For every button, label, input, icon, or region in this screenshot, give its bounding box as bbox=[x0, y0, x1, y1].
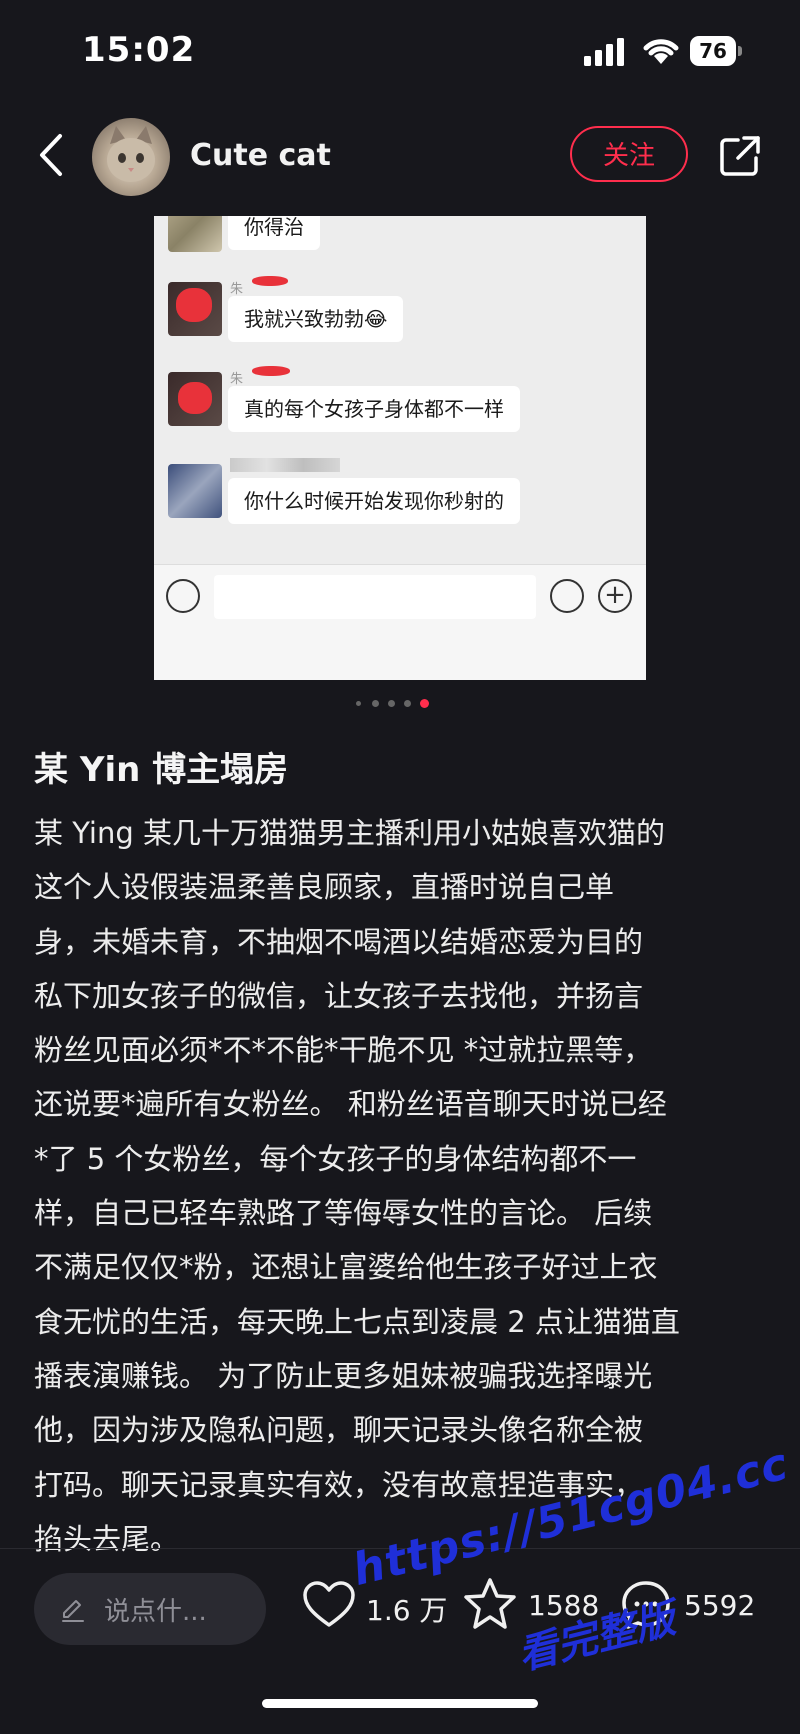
post-body: 某 Ying 某几十万猫猫男主播利用小姑娘喜欢猫的 这个人设假装温柔善良顾家，直… bbox=[34, 806, 774, 1566]
favorite-count: 1588 bbox=[528, 1589, 600, 1622]
mosaic-avatar bbox=[168, 216, 222, 252]
comment-bubble-icon[interactable] bbox=[620, 1579, 672, 1631]
battery-level: 76 bbox=[690, 36, 736, 66]
carousel-dot-active[interactable] bbox=[420, 699, 429, 708]
follow-button[interactable]: 关注 bbox=[570, 126, 688, 182]
comment-input[interactable]: 说点什... bbox=[34, 1573, 266, 1645]
post-body-line: *了 5 个女粉丝，每个女孩子的身体结构都不一 bbox=[34, 1141, 637, 1176]
chat-screenshot-image[interactable]: 你得治 朱 我就兴致勃勃😂 朱 真的每个女孩子身体都不一样 你什么时候开始发现你… bbox=[154, 216, 646, 680]
redaction-mark bbox=[252, 276, 288, 286]
share-icon[interactable] bbox=[718, 134, 762, 178]
post-body-line: 身，未婚未育，不抽烟不喝酒以结婚恋爱为目的 bbox=[34, 924, 644, 959]
redaction-mark bbox=[252, 366, 290, 376]
status-bar: 15:02 76 bbox=[0, 0, 800, 100]
post-body-line: 私下加女孩子的微信，让女孩子去找他，并扬言 bbox=[34, 978, 644, 1013]
star-icon[interactable] bbox=[462, 1577, 518, 1631]
comment-count: 5592 bbox=[684, 1589, 756, 1622]
pencil-icon bbox=[62, 1600, 84, 1622]
voice-icon bbox=[166, 579, 200, 613]
back-arrow-icon[interactable] bbox=[34, 132, 70, 178]
sender-name: 朱 bbox=[230, 372, 244, 387]
heart-icon[interactable] bbox=[302, 1581, 356, 1629]
cat-avatar-icon bbox=[107, 126, 155, 182]
battery-tip bbox=[738, 46, 742, 56]
post-body-line: 某 Ying 某几十万猫猫男主播利用小姑娘喜欢猫的 bbox=[34, 816, 665, 850]
message-bubble: 我就兴致勃勃😂 bbox=[228, 296, 404, 342]
carousel-dot[interactable] bbox=[356, 701, 361, 706]
carousel-dot[interactable] bbox=[404, 700, 411, 707]
emoji-icon bbox=[550, 579, 584, 613]
post-body-line: 粉丝见面必须*不*不能*干脆不见 *过就拉黑等， bbox=[34, 1033, 653, 1068]
mosaic-avatar bbox=[168, 464, 222, 518]
post-body-line: 他，因为涉及隐私问题，聊天记录头像名称全被 bbox=[34, 1413, 644, 1448]
post-title: 某 Yin 博主塌房 bbox=[34, 750, 289, 790]
like-count: 1.6 万 bbox=[366, 1594, 448, 1627]
mosaic-sender-name bbox=[230, 458, 340, 472]
message-bubble: 真的每个女孩子身体都不一样 bbox=[228, 386, 520, 432]
post-body-line: 播表演赚钱。 为了防止更多姐妹被骗我选择曝光 bbox=[34, 1358, 653, 1393]
post-body-line: 样，自己已轻车熟路了等侮辱女性的言论。 后续 bbox=[34, 1196, 653, 1231]
cellular-signal-icon bbox=[584, 38, 624, 66]
comment-placeholder: 说点什... bbox=[104, 1597, 207, 1627]
redaction-mark bbox=[176, 288, 212, 322]
post-body-line: 食无忧的生活，每天晚上七点到凌晨 2 点让猫猫直 bbox=[34, 1304, 680, 1339]
home-gesture-bar bbox=[262, 1699, 538, 1708]
chat-input-field bbox=[214, 575, 536, 619]
redaction-mark bbox=[178, 382, 212, 414]
post-body-line: 不满足仅仅*粉，还想让富婆给他生孩子好过上衣 bbox=[34, 1250, 658, 1285]
sender-name: 朱 bbox=[230, 282, 244, 297]
battery-icon: 76 bbox=[690, 36, 742, 66]
post-body-line: 打码。聊天记录真实有效，没有故意捏造事实， bbox=[34, 1467, 644, 1502]
plus-icon: + bbox=[598, 579, 632, 613]
action-bar: 说点什... 1.6 万 1588 5592 bbox=[0, 1548, 800, 1734]
author-avatar[interactable] bbox=[92, 118, 170, 196]
status-time: 15:02 bbox=[82, 30, 196, 70]
post-body-line: 这个人设假装温柔善良顾家，直播时说自己单 bbox=[34, 870, 615, 905]
post-header: Cute cat 关注 bbox=[0, 110, 800, 210]
post-body-line: 还说要*遍所有女粉丝。 和粉丝语音聊天时说已经 bbox=[34, 1087, 667, 1122]
wifi-icon bbox=[643, 39, 679, 64]
message-bubble: 你得治 bbox=[228, 216, 320, 250]
chat-input-bar: + bbox=[154, 564, 646, 680]
carousel-dot[interactable] bbox=[388, 700, 395, 707]
message-bubble: 你什么时候开始发现你秒射的 bbox=[228, 478, 520, 524]
carousel-dot[interactable] bbox=[372, 700, 379, 707]
author-name[interactable]: Cute cat bbox=[190, 138, 331, 173]
